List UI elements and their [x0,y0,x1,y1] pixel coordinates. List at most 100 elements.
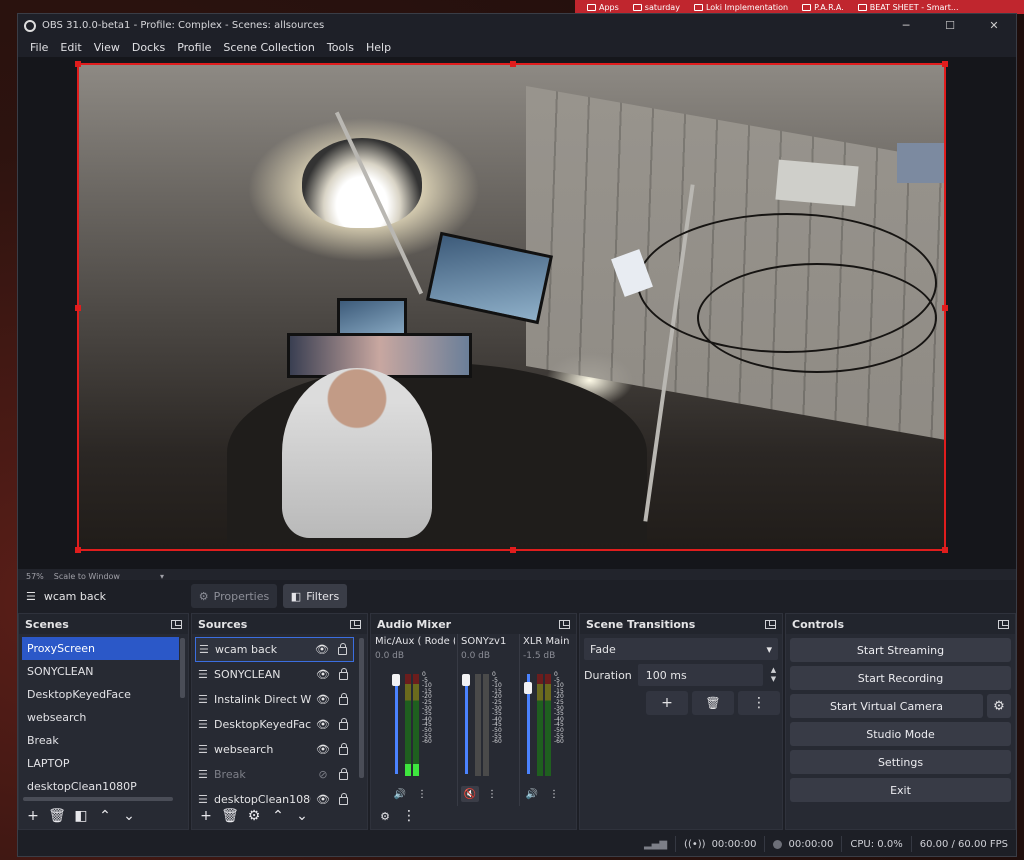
eye-hidden-icon[interactable]: ⊘ [315,768,331,781]
scene-filters-button[interactable]: ◧ [71,806,91,826]
menu-tools[interactable]: Tools [321,41,360,54]
speaker-icon[interactable]: 🔊 [391,786,409,802]
menu-scene-collection[interactable]: Scene Collection [217,41,320,54]
sources-scrollbar[interactable] [359,638,364,778]
speaker-muted-icon[interactable]: 🔇 [461,786,479,802]
undock-icon[interactable] [998,619,1009,629]
add-source-button[interactable]: + [196,806,216,826]
lock-icon[interactable] [339,668,348,680]
chevron-down-icon[interactable]: ▼ [769,675,778,684]
add-scene-button[interactable]: + [23,806,43,826]
volume-slider[interactable] [465,674,468,774]
eye-icon[interactable]: 👁 [315,718,331,731]
move-down-button[interactable]: ⌄ [292,806,312,826]
duration-spinner[interactable]: ▲ ▼ [769,666,778,684]
window-title: OBS 31.0.0-beta1 - Profile: Complex - Sc… [42,20,325,31]
bookmark-loki[interactable]: Loki Implementation [693,3,788,12]
preview-wall-poster [775,159,859,207]
bookmark-saturday[interactable]: saturday [632,3,680,12]
remove-transition-button[interactable]: 🗑 [692,691,734,715]
filter-icon: ◧ [290,589,302,603]
menu-file[interactable]: File [24,41,54,54]
settings-button[interactable]: Settings [790,750,1011,774]
duration-row: Duration 100 ms ▲ ▼ [584,664,778,686]
scenes-hscrollbar[interactable] [23,797,173,801]
source-item[interactable]: ☰ Instalink Direct Web 👁 [195,687,354,712]
maximize-button[interactable]: ☐ [928,14,972,37]
scene-item[interactable]: LAPTOP [22,752,179,775]
eye-icon[interactable]: 👁 [315,693,331,706]
volume-slider-thumb[interactable] [392,674,400,686]
source-item[interactable]: ☰ DesktopKeyedFace 👁 [195,712,354,737]
menu-docks[interactable]: Docks [126,41,171,54]
studio-mode-button[interactable]: Studio Mode [790,722,1011,746]
properties-button[interactable]: ⚙ Properties [191,584,277,608]
preview-area[interactable] [18,57,1016,569]
source-properties-button[interactable]: ⚙ [244,806,264,826]
close-button[interactable]: ✕ [972,14,1016,37]
undock-icon[interactable] [765,619,776,629]
undock-icon[interactable] [559,619,570,629]
start-virtual-camera-button[interactable]: Start Virtual Camera [790,694,983,718]
start-recording-button[interactable]: Start Recording [790,666,1011,690]
bookmark-beat-sheet[interactable]: BEAT SHEET - Smart... [857,3,958,12]
title-bar[interactable]: OBS 31.0.0-beta1 - Profile: Complex - Sc… [18,14,1016,37]
kebab-menu-icon[interactable]: ⋮ [399,806,419,826]
apps-icon [587,3,596,11]
lock-icon[interactable] [339,743,348,755]
fps-readout: 60.00 / 60.00 FPS [910,836,1016,852]
scene-item[interactable]: desktopClean1080P [22,775,179,798]
scene-item[interactable]: Break [22,729,179,752]
source-item[interactable]: ☰ websearch 👁 [195,737,354,762]
bookmark-apps[interactable]: Apps [587,3,619,12]
lock-icon[interactable] [339,693,348,705]
eye-icon[interactable]: 👁 [315,668,331,681]
remove-source-button[interactable]: 🗑 [220,806,240,826]
kebab-menu-icon[interactable]: ⋮ [413,786,431,802]
lock-icon[interactable] [339,718,348,730]
volume-slider-thumb[interactable] [524,682,532,694]
undock-icon[interactable] [171,619,182,629]
scene-item[interactable]: SONYCLEAN [22,660,179,683]
duration-input[interactable]: 100 ms [637,664,763,686]
source-item[interactable]: ☰ wcam back 👁 [195,637,354,662]
start-streaming-button[interactable]: Start Streaming [790,638,1011,662]
speaker-icon[interactable]: 🔊 [523,786,541,802]
advanced-audio-gear-icon[interactable]: ⚙ [375,806,395,826]
exit-button[interactable]: Exit [790,778,1011,802]
move-down-button[interactable]: ⌄ [119,806,139,826]
preview-cables [697,263,937,373]
add-transition-button[interactable]: + [646,691,688,715]
menu-profile[interactable]: Profile [171,41,217,54]
kebab-menu-icon[interactable]: ⋮ [545,786,563,802]
move-up-button[interactable]: ⌃ [268,806,288,826]
move-up-button[interactable]: ⌃ [95,806,115,826]
scene-item[interactable]: DesktopKeyedFace [22,683,179,706]
eye-icon[interactable]: 👁 [314,643,330,656]
scene-item[interactable]: ProxyScreen [22,637,179,660]
obs-logo-icon [24,19,36,32]
menu-view[interactable]: View [88,41,126,54]
lock-icon[interactable] [339,768,348,780]
lock-icon[interactable] [338,643,347,655]
menu-edit[interactable]: Edit [54,41,87,54]
undock-icon[interactable] [350,619,361,629]
gear-icon[interactable]: ⚙ [987,694,1011,718]
chevron-up-icon[interactable]: ▲ [769,666,778,675]
volume-slider-thumb[interactable] [462,674,470,686]
kebab-menu-icon[interactable]: ⋮ [483,786,501,802]
source-item[interactable]: ☰ Break ⊘ [195,762,354,787]
eye-icon[interactable]: 👁 [315,743,331,756]
volume-slider[interactable] [395,674,398,774]
remove-scene-button[interactable]: 🗑 [47,806,67,826]
transition-dropdown[interactable]: Fade ▾ [584,638,778,660]
scene-item[interactable]: websearch [22,706,179,729]
scenes-scrollbar[interactable] [180,638,185,698]
filters-button[interactable]: ◧ Filters [283,584,347,608]
bookmark-para[interactable]: P.A.R.A. [802,3,844,12]
source-item[interactable]: ☰ SONYCLEAN 👁 [195,662,354,687]
menu-help[interactable]: Help [360,41,397,54]
minimize-button[interactable]: ─ [884,14,928,37]
transition-menu-button[interactable]: ⋮ [738,691,780,715]
chevron-down-icon: ▾ [766,642,772,656]
